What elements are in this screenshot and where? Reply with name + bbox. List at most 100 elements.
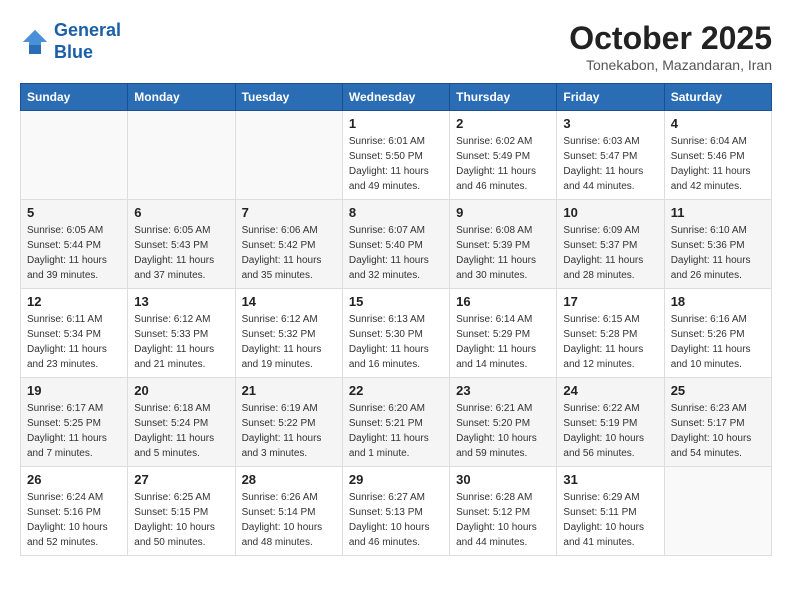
calendar-cell: 13Sunrise: 6:12 AMSunset: 5:33 PMDayligh…: [128, 289, 235, 378]
weekday-header-wednesday: Wednesday: [342, 84, 449, 111]
day-info: Sunrise: 6:19 AMSunset: 5:22 PMDaylight:…: [242, 401, 336, 461]
day-info: Sunrise: 6:21 AMSunset: 5:20 PMDaylight:…: [456, 401, 550, 461]
calendar-cell: 14Sunrise: 6:12 AMSunset: 5:32 PMDayligh…: [235, 289, 342, 378]
calendar-cell: 23 Sunrise: 6:21 AMSunset: 5:20 PMDayligh…: [450, 378, 557, 467]
day-info: Sunrise: 6:26 AMSunset: 5:14 PMDaylight:…: [242, 490, 336, 550]
day-number: 9: [456, 205, 550, 220]
weekday-header-friday: Friday: [557, 84, 664, 111]
day-info: Sunrise: 6:27 AMSunset: 5:13 PMDaylight:…: [349, 490, 443, 550]
day-number: 13: [134, 294, 228, 309]
day-info: Sunrise: 6:15 AMSunset: 5:28 PMDaylight:…: [563, 312, 657, 372]
calendar-cell: 5 Sunrise: 6:05 AMSunset: 5:44 PMDaylight…: [21, 200, 128, 289]
calendar-cell: 4Sunrise: 6:04 AMSunset: 5:46 PMDaylight…: [664, 111, 771, 200]
day-number: 19: [27, 383, 121, 398]
logo-text: General Blue: [54, 20, 121, 63]
day-number: 26: [27, 472, 121, 487]
title-block: October 2025 Tonekabon, Mazandaran, Iran: [569, 20, 772, 73]
calendar-cell: 9 Sunrise: 6:08 AMSunset: 5:39 PMDaylight…: [450, 200, 557, 289]
day-info: Sunrise: 6:02 AMSunset: 5:49 PMDaylight:…: [456, 134, 550, 194]
day-number: 29: [349, 472, 443, 487]
calendar-cell: 28Sunrise: 6:26 AMSunset: 5:14 PMDayligh…: [235, 467, 342, 556]
day-info: Sunrise: 6:28 AMSunset: 5:12 PMDaylight:…: [456, 490, 550, 550]
calendar-week-3: 12Sunrise: 6:11 AMSunset: 5:34 PMDayligh…: [21, 289, 772, 378]
day-info: Sunrise: 6:29 AMSunset: 5:11 PMDaylight:…: [563, 490, 657, 550]
weekday-header-saturday: Saturday: [664, 84, 771, 111]
calendar-cell: 29 Sunrise: 6:27 AMSunset: 5:13 PMDayligh…: [342, 467, 449, 556]
day-info: Sunrise: 6:22 AMSunset: 5:19 PMDaylight:…: [563, 401, 657, 461]
calendar-week-1: 1 Sunrise: 6:01 AMSunset: 5:50 PMDaylight…: [21, 111, 772, 200]
calendar-cell: 16 Sunrise: 6:14 AMSunset: 5:29 PMDayligh…: [450, 289, 557, 378]
day-number: 20: [134, 383, 228, 398]
calendar-cell: 17 Sunrise: 6:15 AMSunset: 5:28 PMDayligh…: [557, 289, 664, 378]
logo: General Blue: [20, 20, 121, 63]
day-number: 25: [671, 383, 765, 398]
day-number: 6: [134, 205, 228, 220]
day-info: Sunrise: 6:14 AMSunset: 5:29 PMDaylight:…: [456, 312, 550, 372]
day-number: 16: [456, 294, 550, 309]
weekday-header-tuesday: Tuesday: [235, 84, 342, 111]
weekday-header-row: SundayMondayTuesdayWednesdayThursdayFrid…: [21, 84, 772, 111]
day-number: 17: [563, 294, 657, 309]
day-info: Sunrise: 6:18 AMSunset: 5:24 PMDaylight:…: [134, 401, 228, 461]
day-number: 3: [563, 116, 657, 131]
weekday-header-monday: Monday: [128, 84, 235, 111]
day-info: Sunrise: 6:03 AMSunset: 5:47 PMDaylight:…: [563, 134, 657, 194]
day-number: 23: [456, 383, 550, 398]
day-info: Sunrise: 6:10 AMSunset: 5:36 PMDaylight:…: [671, 223, 765, 283]
calendar-cell: [21, 111, 128, 200]
logo-icon: [20, 27, 50, 57]
day-info: Sunrise: 6:07 AMSunset: 5:40 PMDaylight:…: [349, 223, 443, 283]
calendar-cell: 24Sunrise: 6:22 AMSunset: 5:19 PMDayligh…: [557, 378, 664, 467]
day-number: 12: [27, 294, 121, 309]
calendar-table: SundayMondayTuesdayWednesdayThursdayFrid…: [20, 83, 772, 556]
day-number: 14: [242, 294, 336, 309]
day-number: 15: [349, 294, 443, 309]
calendar-cell: [128, 111, 235, 200]
calendar-cell: 31 Sunrise: 6:29 AMSunset: 5:11 PMDayligh…: [557, 467, 664, 556]
calendar-cell: 3 Sunrise: 6:03 AMSunset: 5:47 PMDaylight…: [557, 111, 664, 200]
calendar-cell: 7 Sunrise: 6:06 AMSunset: 5:42 PMDaylight…: [235, 200, 342, 289]
day-number: 5: [27, 205, 121, 220]
calendar-cell: 21 Sunrise: 6:19 AMSunset: 5:22 PMDayligh…: [235, 378, 342, 467]
day-number: 31: [563, 472, 657, 487]
day-info: Sunrise: 6:16 AMSunset: 5:26 PMDaylight:…: [671, 312, 765, 372]
calendar-cell: [235, 111, 342, 200]
calendar-cell: 10 Sunrise: 6:09 AMSunset: 5:37 PMDayligh…: [557, 200, 664, 289]
calendar-cell: 12Sunrise: 6:11 AMSunset: 5:34 PMDayligh…: [21, 289, 128, 378]
calendar-cell: 6 Sunrise: 6:05 AMSunset: 5:43 PMDaylight…: [128, 200, 235, 289]
day-info: Sunrise: 6:05 AMSunset: 5:44 PMDaylight:…: [27, 223, 121, 283]
page-header: General Blue October 2025 Tonekabon, Maz…: [20, 20, 772, 73]
logo-line1: General: [54, 20, 121, 40]
day-info: Sunrise: 6:25 AMSunset: 5:15 PMDaylight:…: [134, 490, 228, 550]
day-number: 21: [242, 383, 336, 398]
calendar-week-2: 5 Sunrise: 6:05 AMSunset: 5:44 PMDaylight…: [21, 200, 772, 289]
day-number: 27: [134, 472, 228, 487]
calendar-week-5: 26Sunrise: 6:24 AMSunset: 5:16 PMDayligh…: [21, 467, 772, 556]
day-info: Sunrise: 6:06 AMSunset: 5:42 PMDaylight:…: [242, 223, 336, 283]
calendar-cell: 1 Sunrise: 6:01 AMSunset: 5:50 PMDaylight…: [342, 111, 449, 200]
calendar-cell: 27 Sunrise: 6:25 AMSunset: 5:15 PMDayligh…: [128, 467, 235, 556]
day-info: Sunrise: 6:23 AMSunset: 5:17 PMDaylight:…: [671, 401, 765, 461]
calendar-cell: 11Sunrise: 6:10 AMSunset: 5:36 PMDayligh…: [664, 200, 771, 289]
day-number: 22: [349, 383, 443, 398]
day-info: Sunrise: 6:05 AMSunset: 5:43 PMDaylight:…: [134, 223, 228, 283]
calendar-cell: 8Sunrise: 6:07 AMSunset: 5:40 PMDaylight…: [342, 200, 449, 289]
calendar-cell: 20 Sunrise: 6:18 AMSunset: 5:24 PMDayligh…: [128, 378, 235, 467]
location: Tonekabon, Mazandaran, Iran: [569, 57, 772, 73]
day-number: 18: [671, 294, 765, 309]
calendar-cell: 19Sunrise: 6:17 AMSunset: 5:25 PMDayligh…: [21, 378, 128, 467]
day-info: Sunrise: 6:01 AMSunset: 5:50 PMDaylight:…: [349, 134, 443, 194]
day-number: 2: [456, 116, 550, 131]
day-number: 10: [563, 205, 657, 220]
day-info: Sunrise: 6:08 AMSunset: 5:39 PMDaylight:…: [456, 223, 550, 283]
day-number: 7: [242, 205, 336, 220]
calendar-cell: 30Sunrise: 6:28 AMSunset: 5:12 PMDayligh…: [450, 467, 557, 556]
day-info: Sunrise: 6:09 AMSunset: 5:37 PMDaylight:…: [563, 223, 657, 283]
day-info: Sunrise: 6:04 AMSunset: 5:46 PMDaylight:…: [671, 134, 765, 194]
calendar-cell: 15Sunrise: 6:13 AMSunset: 5:30 PMDayligh…: [342, 289, 449, 378]
month-title: October 2025: [569, 20, 772, 57]
logo-line2: Blue: [54, 42, 93, 62]
calendar-cell: 2 Sunrise: 6:02 AMSunset: 5:49 PMDaylight…: [450, 111, 557, 200]
calendar-cell: 22Sunrise: 6:20 AMSunset: 5:21 PMDayligh…: [342, 378, 449, 467]
day-number: 1: [349, 116, 443, 131]
